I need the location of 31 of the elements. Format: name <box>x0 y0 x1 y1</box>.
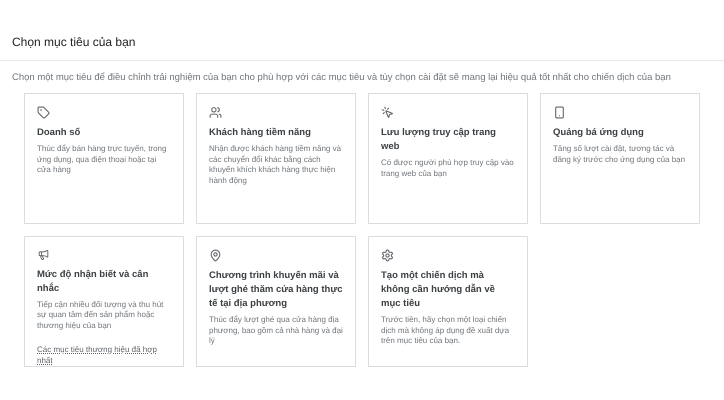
card-description: Thúc đẩy bán hàng trực tuyến, trong ứng dụng, qua điện thoại hoặc tại cửa hàng <box>37 144 168 176</box>
card-title: Tạo một chiến dịch mà không cần hướng dẫn về mục tiêu <box>381 269 496 312</box>
gear-icon <box>381 249 394 262</box>
card-title: Mức độ nhận biết và cân nhắc <box>37 268 150 296</box>
cursor-click-icon <box>381 106 394 120</box>
objective-card[interactable]: Doanh số Thúc đẩy bán hàng trực tuyến, trong ứng dụng, qua điện thoại hoặc tại cửa hàng <box>24 93 184 224</box>
brand-objectives-link[interactable]: Các mục tiêu thương hiệu đã hợp nhất <box>37 344 171 366</box>
megaphone-icon <box>37 249 50 261</box>
objective-card[interactable]: Tạo một chiến dịch mà không cần hướng dẫn về mục tiêu Trước tiên, hãy chọn một loại chiến dịch mà không áp dụng đề xuất dựa trên mục tiêu của bạn. <box>368 236 528 368</box>
card-title: Khách hàng tiềm năng <box>209 126 312 140</box>
objective-card[interactable]: Quảng bá ứng dụng Tăng số lượt cài đặt, tương tác và đăng ký trước cho ứng dụng của bạn <box>540 93 700 224</box>
card-title: Quảng bá ứng dụng <box>553 126 645 140</box>
card-description: Thúc đẩy lượt ghé qua cửa hàng địa phương, bao gồm cả nhà hàng và đại lý <box>209 315 343 347</box>
card-title: Doanh số <box>37 126 82 140</box>
tag-icon <box>37 106 50 120</box>
card-description: Tăng số lượt cài đặt, tương tác và đăng ký trước cho ứng dụng của bạn <box>553 144 686 166</box>
map-pin-icon <box>209 249 222 262</box>
card-description: Có được người phù hợp truy cập vào trang web của bạn <box>381 158 515 180</box>
section-title: Chọn mục tiêu của bạn <box>12 34 136 51</box>
objective-card[interactable]: Khách hàng tiềm năng Nhận được khách hàng tiềm năng và các chuyển đổi khác bằng cách khuyến khích khách hàng thực hiện hành động <box>196 93 356 224</box>
people-icon <box>209 106 222 120</box>
card-description: Tiếp cận nhiều đối tượng và thu hút sự quan tâm đến sản phẩm hoặc thương hiệu của bạn <box>37 300 164 332</box>
card-description: Nhận được khách hàng tiềm năng và các chuyển đổi khác bằng cách khuyến khích khách hàng thực hiện hành động <box>209 144 342 186</box>
phone-icon <box>553 106 566 120</box>
card-title: Chương trình khuyến mãi và lượt ghé thăm cửa hàng thực tế tại địa phương <box>209 269 343 312</box>
objective-card[interactable]: Lưu lượng truy cập trang web Có được người phù hợp truy cập vào trang web của bạn <box>368 93 528 224</box>
objective-card[interactable]: Mức độ nhận biết và cân nhắc Tiếp cận nhiều đối tượng và thu hút sự quan tâm đến sản phẩm hoặc thương hiệu của bạn Các mục tiêu thương hiệu đã hợp nhất <box>24 236 184 368</box>
objective-card[interactable]: Chương trình khuyến mãi và lượt ghé thăm cửa hàng thực tế tại địa phương Thúc đẩy lượt ghé qua cửa hàng địa phương, bao gồm cả nhà hàng và đại lý <box>196 236 356 368</box>
section-description: Chọn một mục tiêu để điều chỉnh trải nghiệm của bạn cho phù hợp với các mục tiêu và tùy chọn cài đặt sẽ mang lại hiệu quả tốt nhất cho chiến dịch của bạn <box>11 71 672 85</box>
card-title: Lưu lượng truy cập trang web <box>381 126 497 154</box>
card-description: Trước tiên, hãy chọn một loại chiến dịch mà không áp dụng đề xuất dựa trên mục tiêu của bạn. <box>381 315 510 347</box>
